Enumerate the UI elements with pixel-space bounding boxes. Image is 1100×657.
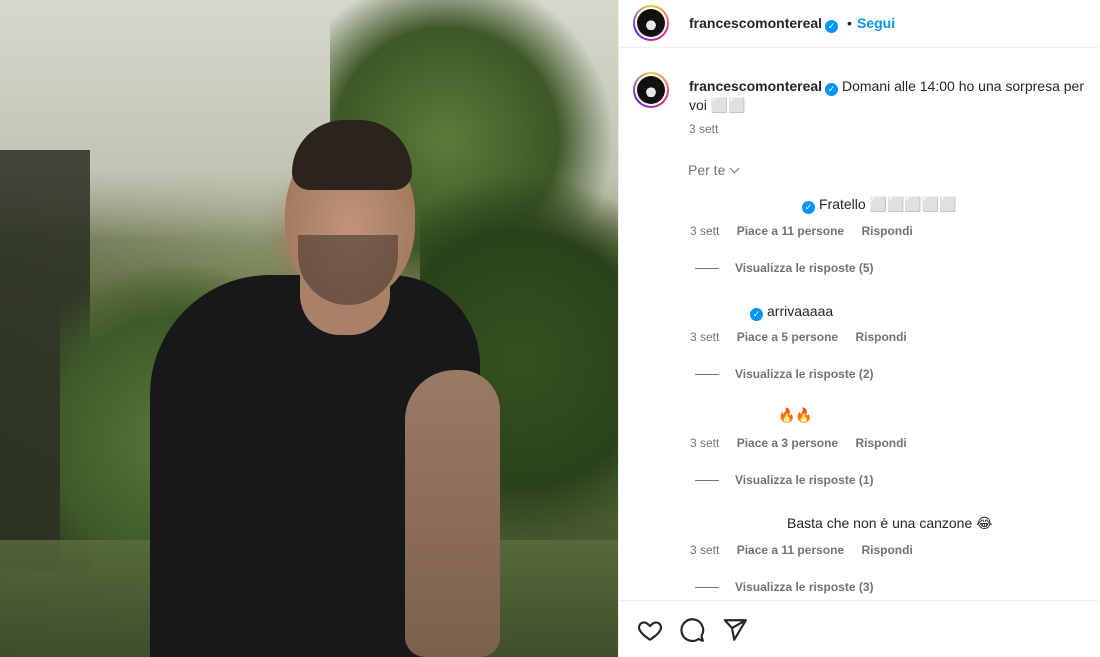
replies-divider — [695, 374, 719, 375]
avatar[interactable] — [633, 5, 669, 41]
header-username[interactable]: francescomontereal ✓ — [689, 15, 839, 33]
comment-meta: 3 sett Piace a 5 persone Rispondi — [690, 330, 921, 344]
comment-meta: 3 sett Piace a 3 persone Rispondi — [690, 436, 921, 450]
replies-divider — [695, 587, 719, 588]
comment-text: ✓ arrivaaaaa — [750, 303, 833, 321]
post-action-bar — [619, 600, 1100, 657]
view-replies-button[interactable]: Visualizza le risposte (5) — [695, 261, 874, 275]
caption-timestamp[interactable]: 3 sett — [689, 122, 718, 136]
comment-meta: 3 sett Piace a 11 persone Rispondi — [690, 543, 927, 557]
verified-badge-icon: ✓ — [802, 201, 815, 214]
comment-time[interactable]: 3 sett — [690, 330, 719, 344]
reply-button[interactable]: Rispondi — [861, 543, 912, 557]
reply-button[interactable]: Rispondi — [855, 436, 906, 450]
comment-likes[interactable]: Piace a 11 persone — [737, 543, 844, 557]
replies-divider — [695, 480, 719, 481]
heart-icon[interactable] — [637, 617, 663, 643]
photo-person-tattooed-arm — [405, 370, 500, 657]
caption-username[interactable]: francescomontereal ✓ — [689, 78, 839, 96]
comment-sort-dropdown[interactable]: Per te — [688, 162, 740, 178]
post-header: francescomontereal ✓ • Segui — [619, 0, 1100, 48]
view-replies-button[interactable]: Visualizza le risposte (2) — [695, 367, 874, 381]
comment-likes[interactable]: Piace a 5 persone — [737, 330, 838, 344]
comment-meta: 3 sett Piace a 11 persone Rispondi — [690, 224, 927, 238]
comment-text: 🔥🔥 — [778, 407, 813, 423]
comment-time[interactable]: 3 sett — [690, 436, 719, 450]
caption-text-block: francescomontereal ✓ Domani alle 14:00 ho… — [689, 77, 1099, 114]
comment-time[interactable]: 3 sett — [690, 543, 719, 557]
replies-divider — [695, 268, 719, 269]
post-image[interactable] — [0, 0, 618, 657]
verified-badge-icon: ✓ — [825, 83, 839, 96]
caption-avatar[interactable] — [633, 72, 669, 108]
comment-likes[interactable]: Piace a 11 persone — [737, 224, 844, 238]
reply-button[interactable]: Rispondi — [861, 224, 912, 238]
comment-time[interactable]: 3 sett — [690, 224, 719, 238]
separator-dot: • — [847, 15, 852, 31]
chevron-down-icon — [729, 163, 740, 174]
comment-sort-label: Per te — [688, 162, 726, 178]
comment-text: Basta che non è una canzone 😂 — [787, 515, 993, 531]
verified-badge-icon: ✓ — [750, 308, 763, 321]
comment-likes[interactable]: Piace a 3 persone — [737, 436, 838, 450]
post-side-panel: francescomontereal ✓ • Segui francescomon… — [618, 0, 1100, 657]
verified-badge-icon: ✓ — [825, 20, 839, 33]
follow-button[interactable]: Segui — [857, 15, 895, 31]
view-replies-button[interactable]: Visualizza le risposte (3) — [695, 580, 874, 594]
comment-text: ✓ Fratello ⬜⬜⬜⬜⬜ — [802, 196, 957, 214]
comment-icon[interactable] — [679, 617, 705, 643]
view-replies-button[interactable]: Visualizza le risposte (1) — [695, 473, 874, 487]
share-icon[interactable] — [722, 617, 748, 643]
reply-button[interactable]: Rispondi — [855, 330, 906, 344]
